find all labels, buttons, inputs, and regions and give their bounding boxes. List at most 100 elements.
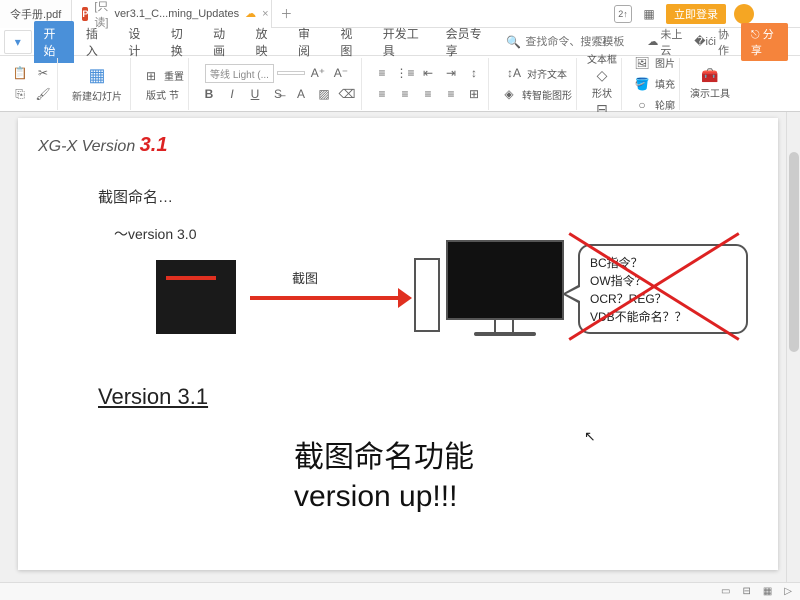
indent-right-icon[interactable]: ⇥ bbox=[441, 63, 461, 83]
search-input[interactable] bbox=[525, 36, 645, 48]
outline-button[interactable]: 轮廓 bbox=[655, 97, 675, 112]
menu-review[interactable]: 审阅 bbox=[288, 21, 328, 63]
numbering-icon[interactable]: ⋮≡ bbox=[395, 63, 415, 83]
underline-button[interactable]: U bbox=[245, 84, 265, 104]
align-left-icon[interactable]: ≡ bbox=[372, 84, 392, 104]
bold-button[interactable]: B bbox=[199, 84, 219, 104]
align-center-icon[interactable]: ≡ bbox=[395, 84, 415, 104]
cursor-icon: ↖ bbox=[584, 428, 596, 445]
cut-icon[interactable]: ✂ bbox=[33, 63, 53, 83]
new-slide-button[interactable]: ▦ 新建幻灯片 bbox=[68, 63, 126, 105]
statusbar: ▭ ⊟ ▦ ▷ bbox=[0, 582, 800, 600]
menu-search[interactable]: 🔍 bbox=[506, 35, 645, 49]
status-reading-icon[interactable]: ▦ bbox=[763, 586, 772, 597]
login-button[interactable]: 立即登录 bbox=[666, 4, 726, 24]
font-select[interactable]: 等线 Light (... bbox=[205, 64, 274, 83]
grow-font-icon[interactable]: A⁺ bbox=[308, 63, 328, 83]
tool-group-clipboard: 📋 ✂ ⎘ 🖌 bbox=[6, 58, 58, 110]
line-spacing-icon[interactable]: ↕ bbox=[464, 63, 484, 83]
tool-group-textfit: ↕A对齐文本 ◈转智能图形 bbox=[495, 58, 577, 110]
clear-format-button[interactable]: ⌫ bbox=[337, 84, 357, 104]
strike-button[interactable]: S̶ bbox=[268, 84, 288, 104]
status-slideshow-icon[interactable]: ▷ bbox=[784, 586, 792, 597]
distribute-icon[interactable]: ⊞ bbox=[464, 84, 484, 104]
section1-subtitle: ～version 3.0 bbox=[114, 224, 196, 244]
font-color-button[interactable]: A bbox=[291, 84, 311, 104]
shape-icon: ◇ bbox=[597, 67, 608, 84]
layout-icon[interactable]: ⊞ bbox=[141, 66, 161, 86]
close-icon[interactable]: × bbox=[262, 8, 268, 20]
scrollbar-thumb[interactable] bbox=[789, 152, 799, 352]
collab-icon: �ići bbox=[694, 35, 716, 48]
menu-design[interactable]: 设计 bbox=[118, 21, 158, 63]
menu-insert[interactable]: 插入 bbox=[76, 21, 116, 63]
shrink-font-icon[interactable]: A⁻ bbox=[331, 63, 351, 83]
highlight-button[interactable]: ▨ bbox=[314, 84, 334, 104]
slide-header: XG-X Version 3.1 bbox=[18, 118, 778, 157]
share-button[interactable]: ⎋ 分享 bbox=[741, 23, 788, 61]
justify-icon[interactable]: ≡ bbox=[441, 84, 461, 104]
bullets-icon[interactable]: ≡ bbox=[372, 63, 392, 83]
menu-member[interactable]: 会员专享 bbox=[436, 21, 497, 63]
menu-slideshow[interactable]: 放映 bbox=[246, 21, 286, 63]
smart-art-icon[interactable]: ◈ bbox=[499, 84, 519, 104]
indent-left-icon[interactable]: ⇤ bbox=[418, 63, 438, 83]
menubar: ▾ 开始 插入 设计 切换 动画 放映 审阅 视图 开发工具 会员专享 🔍 ☁未… bbox=[0, 28, 800, 56]
picture-icon[interactable]: 🖼 bbox=[632, 53, 652, 73]
format-painter-icon[interactable]: 🖌 bbox=[33, 84, 53, 104]
textbox-icon: ⍈ bbox=[598, 33, 606, 50]
text-direction-icon[interactable]: ↕A bbox=[504, 63, 524, 83]
tools-button[interactable]: 🧰演示工具 bbox=[690, 67, 730, 100]
header-version: 3.1 bbox=[140, 134, 168, 156]
copy-icon[interactable]: ⎘ bbox=[10, 84, 30, 104]
search-icon: 🔍 bbox=[506, 35, 521, 49]
big-line1: 截图命名功能 bbox=[294, 438, 474, 477]
menu-devtools[interactable]: 开发工具 bbox=[373, 21, 434, 63]
avatar[interactable] bbox=[734, 4, 754, 24]
section-button[interactable]: 节 bbox=[169, 87, 179, 102]
layout-button[interactable]: 版式 bbox=[146, 87, 166, 102]
menu-transition[interactable]: 切换 bbox=[161, 21, 201, 63]
share-icon: ⎋ bbox=[751, 29, 763, 41]
picture-button[interactable]: 图片 bbox=[655, 55, 675, 70]
shape-button[interactable]: ◇形状 bbox=[592, 67, 612, 100]
tool-group-insert: ⍈文本框 ◇形状 ⊟排列 bbox=[583, 58, 622, 110]
tool-group-paragraph: ≡ ⋮≡ ⇤ ⇥ ↕ ≡ ≡ ≡ ≡ ⊞ bbox=[368, 58, 489, 110]
align-right-icon[interactable]: ≡ bbox=[418, 84, 438, 104]
paste-icon[interactable]: 📋 bbox=[10, 63, 30, 83]
reset-button[interactable]: 重置 bbox=[164, 68, 184, 83]
canvas-area[interactable]: XG-X Version 3.1 截图命名… ～version 3.0 截图 B… bbox=[0, 112, 800, 582]
toolbar: 📋 ✂ ⎘ 🖌 ▦ 新建幻灯片 ⊞重置 版式节 等线 Light (... A⁺… bbox=[0, 56, 800, 112]
monitor-base-graphic bbox=[474, 332, 536, 336]
smart-button[interactable]: 转智能图形 bbox=[522, 87, 572, 102]
menu-start[interactable]: 开始 bbox=[34, 21, 74, 63]
add-tab-button[interactable]: ＋ bbox=[272, 5, 300, 22]
section2-title: Version 3.1 bbox=[98, 384, 208, 410]
menu-dropdown-button[interactable]: ▾ bbox=[4, 30, 32, 54]
fill-icon[interactable]: 🪣 bbox=[632, 74, 652, 94]
collab-button[interactable]: �ići协作 bbox=[694, 26, 731, 58]
menu-animation[interactable]: 动画 bbox=[203, 21, 243, 63]
tab-label: ver3.1_C...ming_Updates bbox=[114, 8, 239, 20]
header-prefix: XG-X Version bbox=[38, 138, 140, 155]
textbox-button[interactable]: ⍈文本框 bbox=[587, 33, 617, 66]
tool-group-font: 等线 Light (... A⁺ A⁻ B I U S̶ A ▨ ⌫ bbox=[195, 58, 362, 110]
cloud-icon: ☁ bbox=[647, 35, 658, 48]
titlebar-right: 2↑ ▦ 立即登录 bbox=[614, 4, 800, 24]
vertical-scrollbar[interactable] bbox=[786, 112, 800, 582]
monitor-stand-graphic bbox=[494, 320, 514, 332]
align-text-button[interactable]: 对齐文本 bbox=[527, 66, 567, 81]
status-view-icon[interactable]: ▭ bbox=[721, 586, 730, 597]
new-slide-icon: ▦ bbox=[88, 65, 105, 86]
grid-icon[interactable]: ▦ bbox=[640, 5, 658, 23]
wps-icon: P bbox=[82, 7, 88, 21]
font-size-select[interactable] bbox=[277, 71, 305, 75]
menu-view[interactable]: 视图 bbox=[330, 21, 370, 63]
arrow-label: 截图 bbox=[292, 268, 318, 287]
tool-group-layout: ⊞重置 版式节 bbox=[137, 58, 189, 110]
slide[interactable]: XG-X Version 3.1 截图命名… ～version 3.0 截图 B… bbox=[18, 118, 778, 570]
badge-icon[interactable]: 2↑ bbox=[614, 5, 632, 23]
italic-button[interactable]: I bbox=[222, 84, 242, 104]
fill-button[interactable]: 填充 bbox=[655, 76, 675, 91]
status-notes-icon[interactable]: ⊟ bbox=[742, 586, 750, 597]
